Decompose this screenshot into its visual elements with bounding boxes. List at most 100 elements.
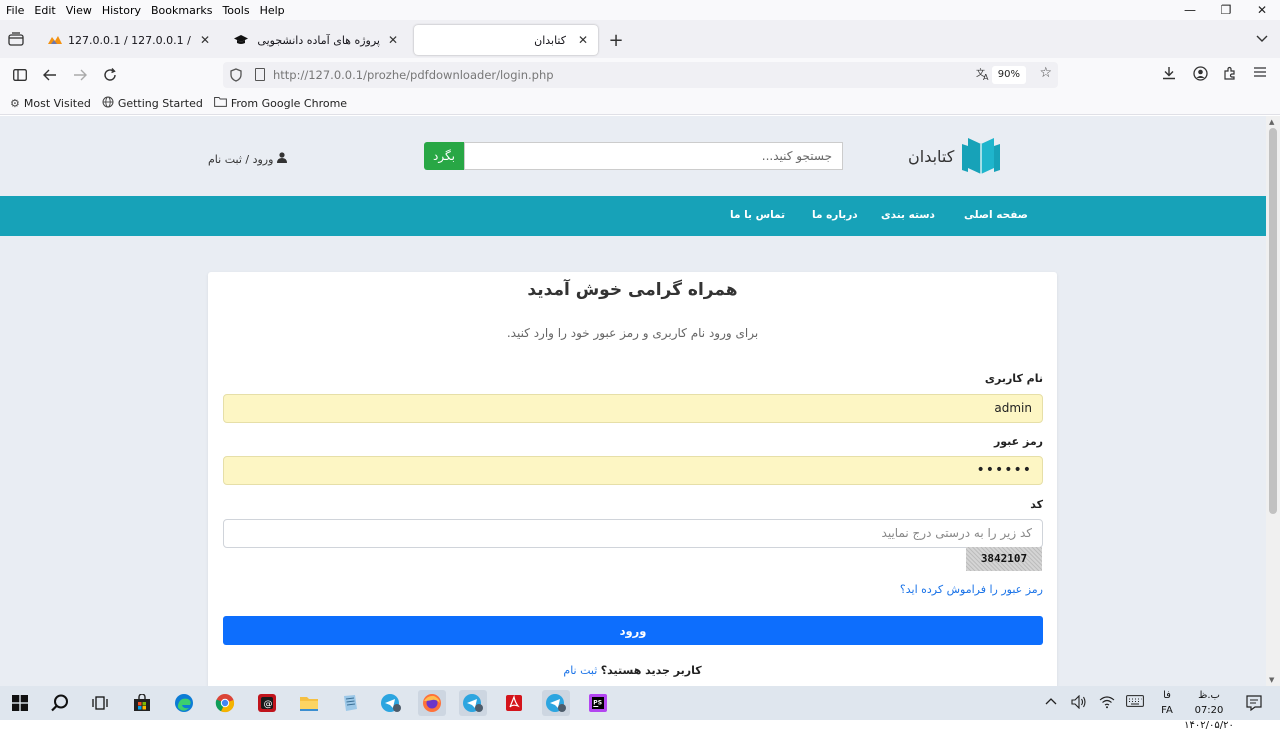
menu-edit[interactable]: Edit <box>29 4 60 17</box>
scroll-down-icon[interactable]: ▼ <box>1269 676 1274 684</box>
wifi-icon[interactable] <box>1099 695 1115 712</box>
window-controls: — ❐ ✕ <box>1172 0 1280 20</box>
password-field[interactable]: •••••• <box>223 456 1043 485</box>
forward-arrow-icon[interactable] <box>70 66 90 84</box>
url-bar[interactable]: http://127.0.0.1/prozhe/pdfdownloader/lo… <box>223 62 1058 88</box>
windows-start-icon[interactable] <box>6 690 34 716</box>
system-clock[interactable]: ب.ظ 07:20 ۱۴۰۲/۰۵/۲۰ <box>1183 688 1235 733</box>
search-icon[interactable] <box>46 690 74 716</box>
site-header: کتابدان بگرد جستجو کنید... ورود / ثبت نا… <box>0 116 1266 196</box>
bookmark-label: Getting Started <box>117 96 203 110</box>
app-red-icon[interactable]: @ <box>253 690 281 716</box>
open-book-icon <box>960 136 1002 176</box>
url-text[interactable]: http://127.0.0.1/prozhe/pdfdownloader/lo… <box>273 68 554 82</box>
tab-close-icon[interactable]: ✕ <box>576 33 590 47</box>
scroll-up-icon[interactable]: ▲ <box>1269 118 1274 126</box>
language-indicator[interactable]: فا FA <box>1158 688 1176 718</box>
bookmark-from-google-chrome[interactable]: From Google Chrome <box>213 96 348 110</box>
menu-help[interactable]: Help <box>255 4 290 17</box>
navigation-toolbar: http://127.0.0.1/prozhe/pdfdownloader/lo… <box>0 58 1280 92</box>
store-icon[interactable] <box>128 690 156 716</box>
forgot-password-link[interactable]: رمز عبور را فراموش کرده اید؟ <box>900 583 1043 596</box>
menu-bar: File Edit View History Bookmarks Tools H… <box>0 0 1280 20</box>
back-arrow-icon[interactable] <box>40 66 60 84</box>
bookmarks-toolbar: ⚙ Most Visited Getting Started From Goog… <box>0 92 1280 115</box>
tab-student-projects[interactable]: پروژه های آماده دانشجویی | دانل ✕ <box>226 25 408 55</box>
scrollbar-thumb[interactable] <box>1269 128 1277 514</box>
login-submit-button[interactable]: ورود <box>223 616 1043 645</box>
menu-tools[interactable]: Tools <box>217 4 254 17</box>
file-explorer-icon[interactable] <box>295 690 323 716</box>
sidebar-icon[interactable] <box>10 66 30 84</box>
username-field[interactable]: admin <box>223 394 1043 423</box>
tab-title: 127.0.0.1 / 127.0.0.1 / arayeshi | <box>68 33 192 47</box>
bookmark-most-visited[interactable]: ⚙ Most Visited <box>10 97 91 110</box>
acrobat-icon[interactable] <box>500 690 528 716</box>
clock-date: ۱۴۰۲/۰۵/۲۰ <box>1184 720 1234 731</box>
reload-icon[interactable] <box>100 66 120 84</box>
tab-list-icon[interactable] <box>8 32 24 46</box>
nav-contact[interactable]: تماس با ما <box>730 209 785 221</box>
telegram-icon-3[interactable] <box>542 690 570 716</box>
register-question: کاربر جدید هستید؟ <box>600 664 702 677</box>
tab-close-icon[interactable]: ✕ <box>198 33 212 47</box>
menu-history[interactable]: History <box>97 4 146 17</box>
notifications-icon[interactable] <box>1246 695 1262 714</box>
welcome-title: همراه گرامی خوش آمدید <box>527 280 738 300</box>
edge-icon[interactable] <box>170 690 198 716</box>
phpstorm-icon[interactable]: PS <box>584 690 612 716</box>
menu-view[interactable]: View <box>61 4 97 17</box>
login-register-link[interactable]: ورود / ثبت نام <box>208 152 288 166</box>
site-logo[interactable]: کتابدان <box>908 136 1002 176</box>
bookmark-getting-started[interactable]: Getting Started <box>102 96 203 111</box>
nav-categories[interactable]: دسته بندی <box>881 209 935 221</box>
password-label: رمز عبور <box>993 435 1043 448</box>
telegram-icon-2[interactable] <box>459 690 487 716</box>
tab-bar: 127.0.0.1 / 127.0.0.1 / arayeshi | ✕ پرو… <box>0 20 1280 58</box>
volume-icon[interactable] <box>1071 694 1087 712</box>
gear-icon: ⚙ <box>10 96 20 110</box>
chrome-icon[interactable] <box>211 690 239 716</box>
site-search: بگرد جستجو کنید... <box>424 142 843 170</box>
page-scrollbar[interactable]: ▲ ▼ <box>1266 116 1280 686</box>
language-top: فا <box>1163 690 1171 701</box>
tab-phpmyadmin[interactable]: 127.0.0.1 / 127.0.0.1 / arayeshi | ✕ <box>40 25 220 55</box>
phpmyadmin-icon <box>48 33 62 47</box>
chevron-up-icon[interactable] <box>1045 695 1057 708</box>
shield-icon[interactable] <box>230 68 242 85</box>
zoom-indicator[interactable]: 90% <box>991 66 1026 84</box>
translate-icon[interactable]: 文A <box>976 67 990 84</box>
extensions-icon[interactable] <box>1221 66 1239 84</box>
search-button[interactable]: بگرد <box>424 142 464 170</box>
nav-home[interactable]: صفحه اصلی <box>964 209 1028 221</box>
register-link[interactable]: ثبت نام <box>563 664 597 677</box>
svg-text:@: @ <box>264 700 273 710</box>
login-register-text: ورود / ثبت نام <box>208 152 274 166</box>
captcha-input[interactable]: کد زیر را به درستی درج نمایید <box>223 519 1043 548</box>
nav-about[interactable]: درباره ما <box>812 209 858 221</box>
menu-file[interactable]: File <box>0 4 29 17</box>
tab-close-icon[interactable]: ✕ <box>386 33 400 47</box>
task-view-icon[interactable] <box>86 690 114 716</box>
star-icon[interactable]: ☆ <box>1039 65 1052 81</box>
keyboard-icon[interactable] <box>1126 695 1144 710</box>
hamburger-menu-icon[interactable] <box>1251 66 1269 81</box>
register-prompt: کاربر جدید هستید؟ ثبت نام <box>208 664 1057 677</box>
firefox-icon[interactable] <box>418 690 446 716</box>
page-icon[interactable] <box>255 68 265 81</box>
download-icon[interactable] <box>1160 66 1178 84</box>
search-input[interactable]: جستجو کنید... <box>464 142 843 170</box>
web-page: کتابدان بگرد جستجو کنید... ورود / ثبت نا… <box>0 116 1266 686</box>
menu-bookmarks[interactable]: Bookmarks <box>146 4 217 17</box>
maximize-button[interactable]: ❐ <box>1208 0 1244 20</box>
login-card: همراه گرامی خوش آمدید برای ورود نام کارب… <box>208 272 1057 686</box>
notepad-icon[interactable] <box>336 690 364 716</box>
account-icon[interactable] <box>1191 66 1209 85</box>
chevron-down-icon[interactable] <box>1256 32 1268 46</box>
bookmark-label: From Google Chrome <box>230 96 348 110</box>
tab-ketabdan[interactable]: کتابدان ✕ <box>414 25 598 55</box>
close-window-button[interactable]: ✕ <box>1244 0 1280 20</box>
minimize-button[interactable]: — <box>1172 0 1208 20</box>
new-tab-button[interactable]: + <box>606 30 626 51</box>
telegram-icon[interactable] <box>377 690 405 716</box>
